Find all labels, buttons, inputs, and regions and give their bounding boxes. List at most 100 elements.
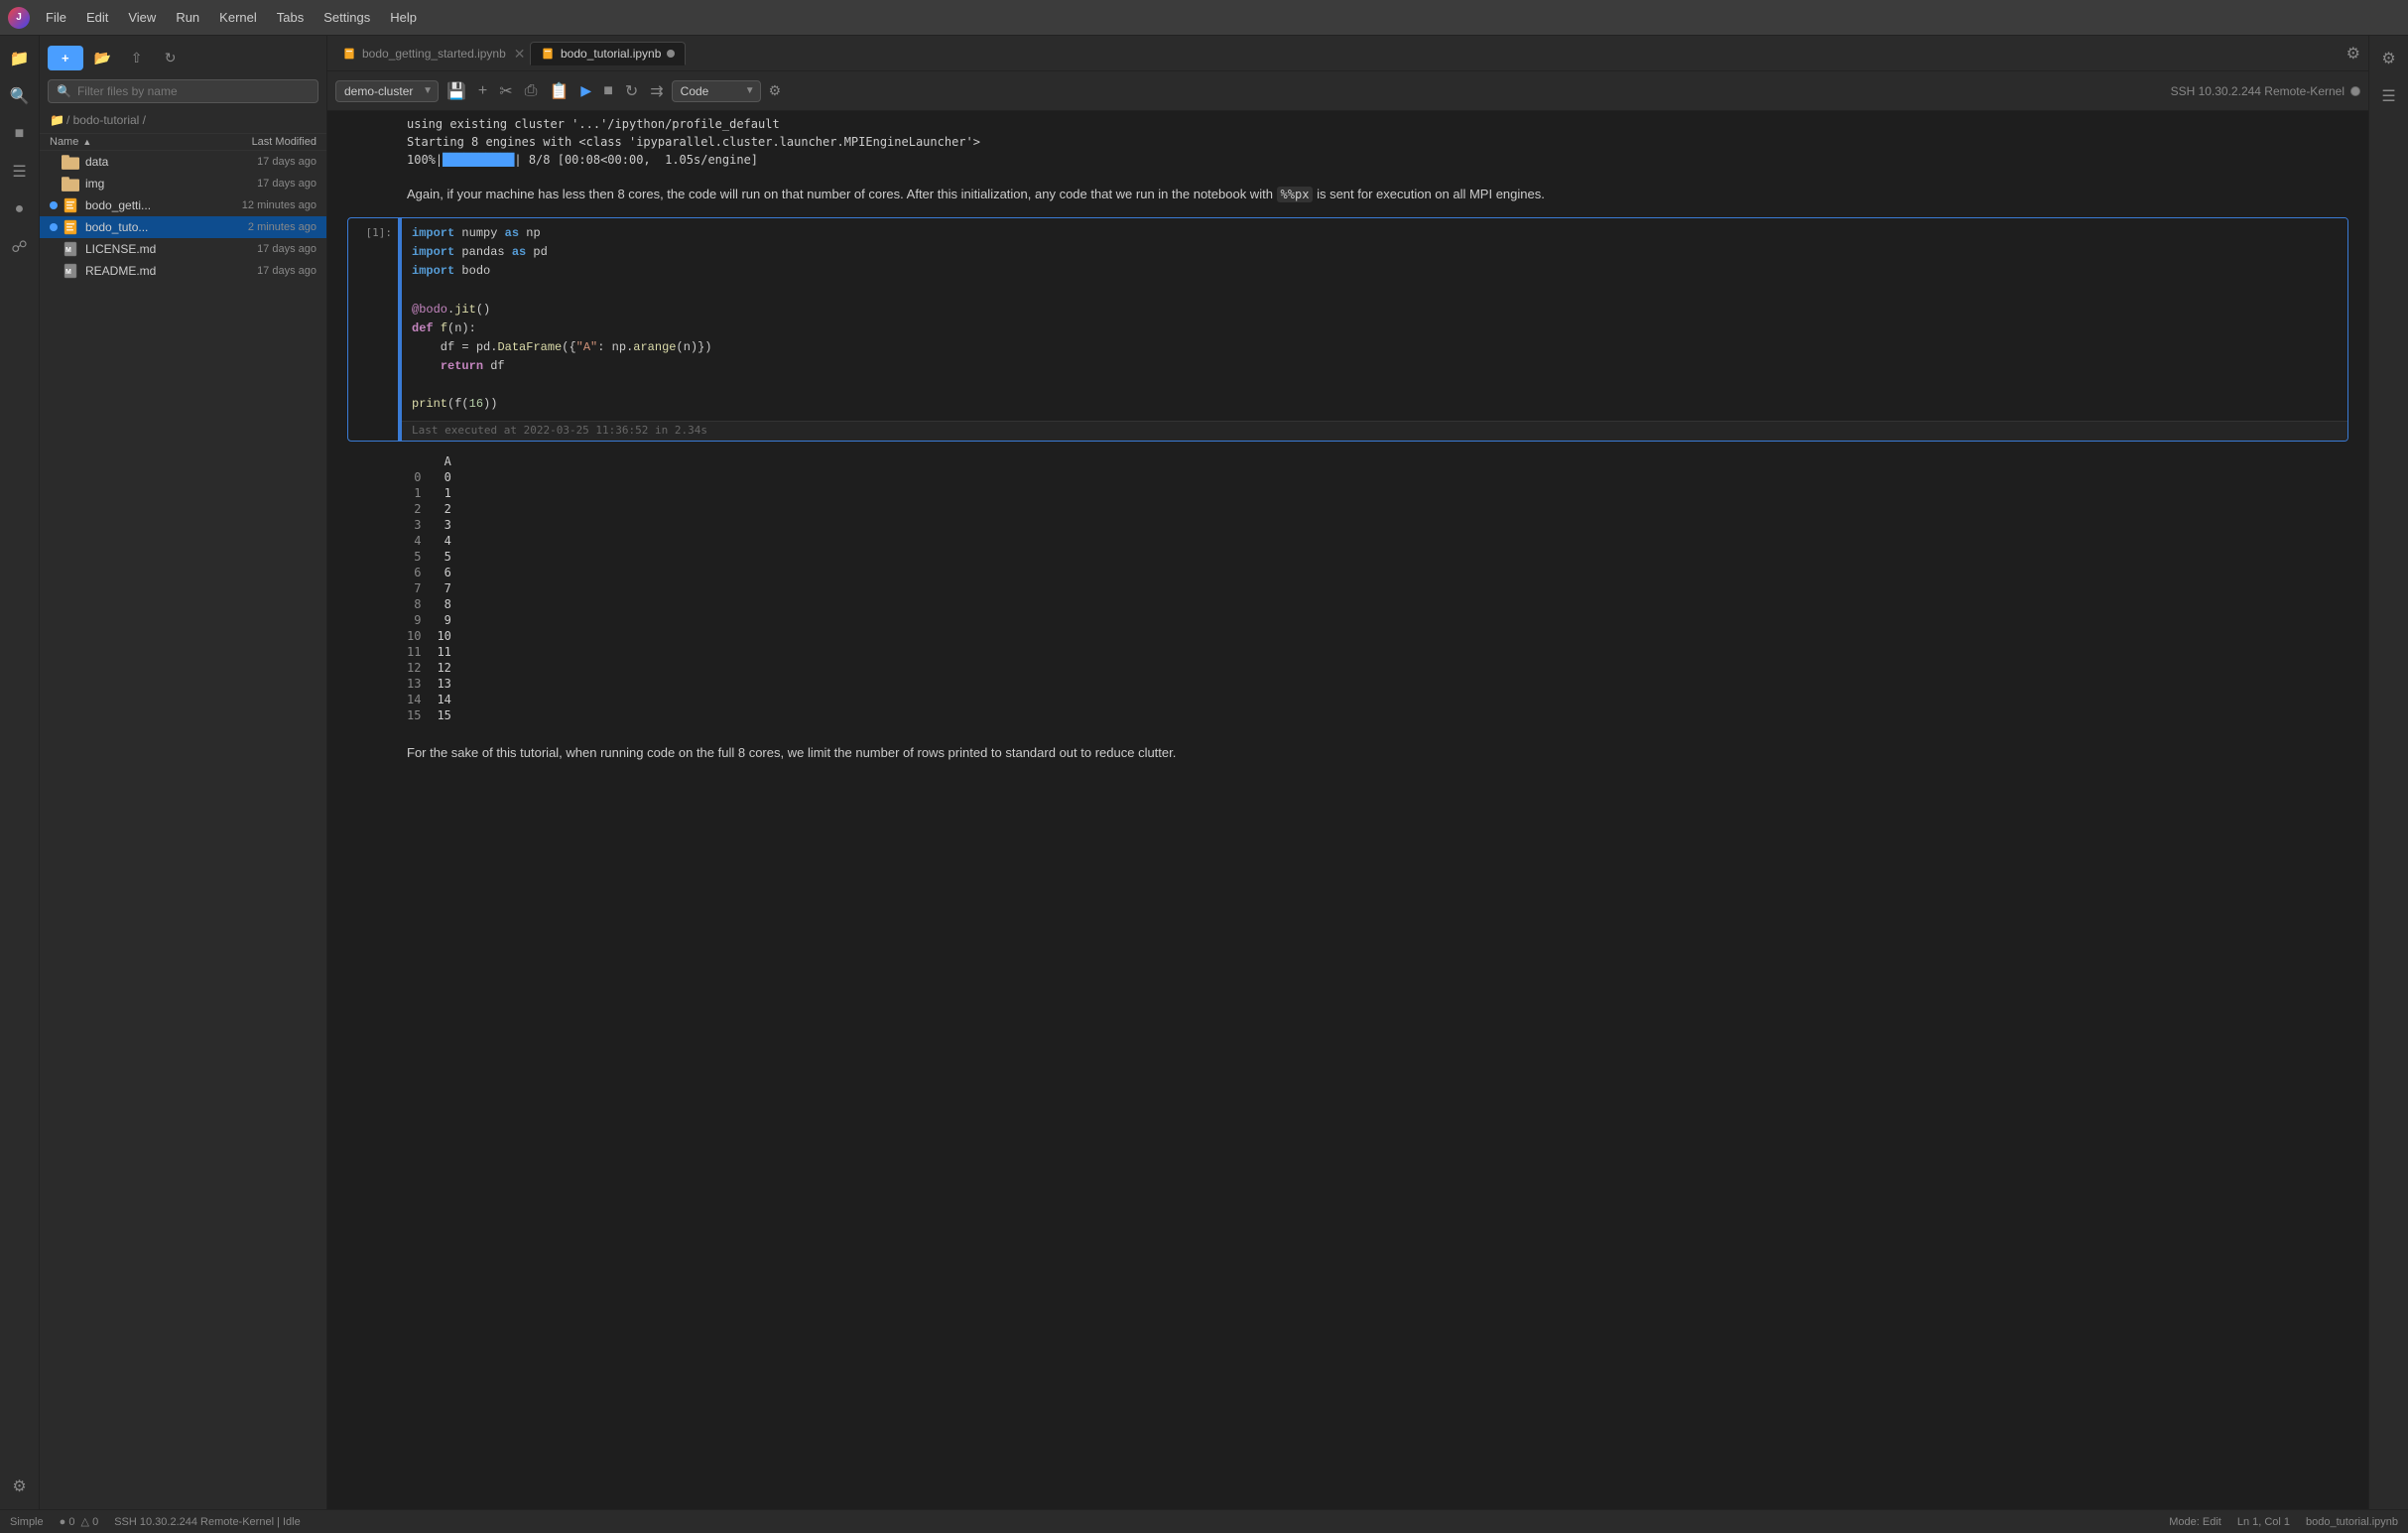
open-folder-icon[interactable]: 📂	[89, 44, 117, 71]
menubar: J File Edit View Run Kernel Tabs Setting…	[0, 0, 2408, 36]
file-list-header: Name ▲ Last Modified	[40, 133, 326, 151]
tab-close-icon[interactable]: ✕	[512, 47, 528, 61]
menu-view[interactable]: View	[120, 8, 164, 27]
list-item[interactable]: M README.md 17 days ago	[40, 260, 326, 282]
copy-button[interactable]: ⎙	[521, 80, 542, 102]
add-cell-button[interactable]: +	[474, 80, 491, 102]
table-cell: 8	[437, 596, 466, 612]
output-table: A 00 11 22 33 44 55 66 77 88 99 1010 111…	[347, 446, 2348, 731]
kernel-toolbar: demo-cluster ▼ 💾 + ✂ ⎙ 📋 ▶ ■ ↻ ⇉ Code Ma…	[327, 71, 2368, 111]
notebook-content[interactable]: using existing cluster '...'/ipython/pro…	[327, 111, 2368, 1509]
file-modified: 17 days ago	[217, 178, 317, 190]
table-cell: 13	[437, 676, 466, 692]
breadcrumb-text: / bodo-tutorial /	[66, 113, 146, 127]
restart-button[interactable]: ↻	[621, 79, 642, 103]
menu-run[interactable]: Run	[168, 8, 207, 27]
cut-button[interactable]: ✂	[495, 79, 516, 103]
cluster-select-wrapper: demo-cluster ▼	[335, 80, 439, 102]
status-edit-mode: Mode: Edit	[2169, 1516, 2221, 1528]
list-item[interactable]: img 17 days ago	[40, 173, 326, 194]
file-name: README.md	[85, 264, 217, 278]
upload-icon[interactable]: ⇧	[123, 44, 151, 71]
status-bar: Simple ● 0 △ 0 SSH 10.30.2.244 Remote-Ke…	[0, 1509, 2408, 1533]
code-cell-1[interactable]: [1]: import numpy as np import pandas as…	[347, 217, 2348, 442]
file-modified: 17 days ago	[217, 265, 317, 277]
cell-code[interactable]: import numpy as np import pandas as pd i…	[402, 218, 2347, 421]
cell-type-select-wrapper: Code Markdown Raw ▼	[672, 80, 761, 102]
property-inspector-icon[interactable]: ●	[5, 194, 35, 224]
menu-help[interactable]: Help	[382, 8, 425, 27]
list-item[interactable]: M LICENSE.md 17 days ago	[40, 238, 326, 260]
table-cell: 15	[437, 707, 466, 723]
file-name: LICENSE.md	[85, 242, 217, 256]
right-property-icon[interactable]: ☰	[2374, 81, 2404, 111]
extension-manager-icon[interactable]: ⚙	[5, 1471, 35, 1501]
table-index: 11	[407, 644, 437, 660]
paste-button[interactable]: 📋	[545, 79, 572, 103]
save-button[interactable]: 💾	[443, 79, 470, 103]
running-terminals-icon[interactable]: ■	[5, 119, 35, 149]
cell-number: [1]:	[366, 226, 393, 239]
code-line: import pandas as pd	[412, 243, 2338, 262]
restart-run-all-button[interactable]: ⇉	[646, 79, 667, 103]
refresh-icon[interactable]: ↻	[157, 44, 185, 71]
md-code: %%px	[1277, 187, 1314, 202]
column-modified: Last Modified	[217, 136, 317, 148]
table-cell: 4	[437, 533, 466, 549]
output-text-1: using existing cluster '...'/ipython/pro…	[347, 111, 2348, 173]
settings-icon[interactable]: ⚙	[2343, 40, 2364, 67]
app-logo: J	[8, 7, 30, 29]
table-cell: 1	[437, 485, 466, 501]
file-name: data	[85, 155, 217, 169]
kernel-settings-button[interactable]: ⚙	[765, 80, 786, 101]
status-position: Ln 1, Col 1	[2237, 1516, 2290, 1528]
tab-bodo-tutorial[interactable]: bodo_tutorial.ipynb	[530, 42, 686, 65]
tabs-icon[interactable]: ☍	[5, 232, 35, 262]
search-input[interactable]	[77, 84, 310, 98]
markdown-icon: M	[62, 263, 79, 279]
notebook-icon	[62, 197, 79, 213]
table-cell: 11	[437, 644, 466, 660]
table-index: 9	[407, 612, 437, 628]
new-button[interactable]: + +	[48, 46, 83, 70]
table-cell: 2	[437, 501, 466, 517]
plus-icon: +	[62, 51, 69, 65]
column-name[interactable]: Name ▲	[50, 136, 217, 148]
table-index: 5	[407, 549, 437, 565]
table-index: 0	[407, 469, 437, 485]
file-browser-icon[interactable]: 📁	[5, 44, 35, 73]
list-item[interactable]: bodo_getti... 12 minutes ago	[40, 194, 326, 216]
menu-file[interactable]: File	[38, 8, 74, 27]
right-settings-icon[interactable]: ⚙	[2374, 44, 2404, 73]
cell-footer: Last executed at 2022-03-25 11:36:52 in …	[402, 421, 2347, 441]
table-cell: 5	[437, 549, 466, 565]
list-item[interactable]: data 17 days ago	[40, 151, 326, 173]
sidebar: + + 📂 ⇧ ↻ 🔍 📁 / bodo-tutorial / Name ▲ L…	[40, 36, 327, 1509]
notebook-area: bodo_getting_started.ipynb ✕ bodo_tutori…	[327, 36, 2368, 1509]
sidebar-toolbar: + + 📂 ⇧ ↻	[40, 36, 326, 79]
tab-bodo-getting-started[interactable]: bodo_getting_started.ipynb ✕	[331, 42, 530, 64]
menu-edit[interactable]: Edit	[78, 8, 116, 27]
menu-tabs[interactable]: Tabs	[269, 8, 312, 27]
md-text: Again, if your machine has less then 8 c…	[407, 187, 1277, 201]
menu-kernel[interactable]: Kernel	[211, 8, 265, 27]
cell-type-select[interactable]: Code Markdown Raw	[672, 80, 761, 102]
search-icon[interactable]: 🔍	[5, 81, 35, 111]
list-item[interactable]: bodo_tuto... 2 minutes ago	[40, 216, 326, 238]
status-bar-right: Mode: Edit Ln 1, Col 1 bodo_tutorial.ipy…	[2169, 1516, 2398, 1528]
table-index: 15	[407, 707, 437, 723]
run-button[interactable]: ▶	[576, 80, 595, 101]
commands-icon[interactable]: ☰	[5, 157, 35, 187]
menu-settings[interactable]: Settings	[316, 8, 378, 27]
tab-notebook-icon	[342, 48, 356, 60]
tab-bar: bodo_getting_started.ipynb ✕ bodo_tutori…	[327, 36, 2368, 71]
svg-text:M: M	[65, 247, 71, 254]
code-line: print(f(16))	[412, 395, 2338, 414]
cluster-select[interactable]: demo-cluster	[335, 80, 439, 102]
modified-dot	[50, 223, 58, 231]
table-cell: 14	[437, 692, 466, 707]
table-index: 13	[407, 676, 437, 692]
kernel-status-text: SSH 10.30.2.244 Remote-Kernel	[2171, 84, 2345, 98]
stop-button[interactable]: ■	[599, 80, 617, 102]
code-line: return df	[412, 357, 2338, 376]
